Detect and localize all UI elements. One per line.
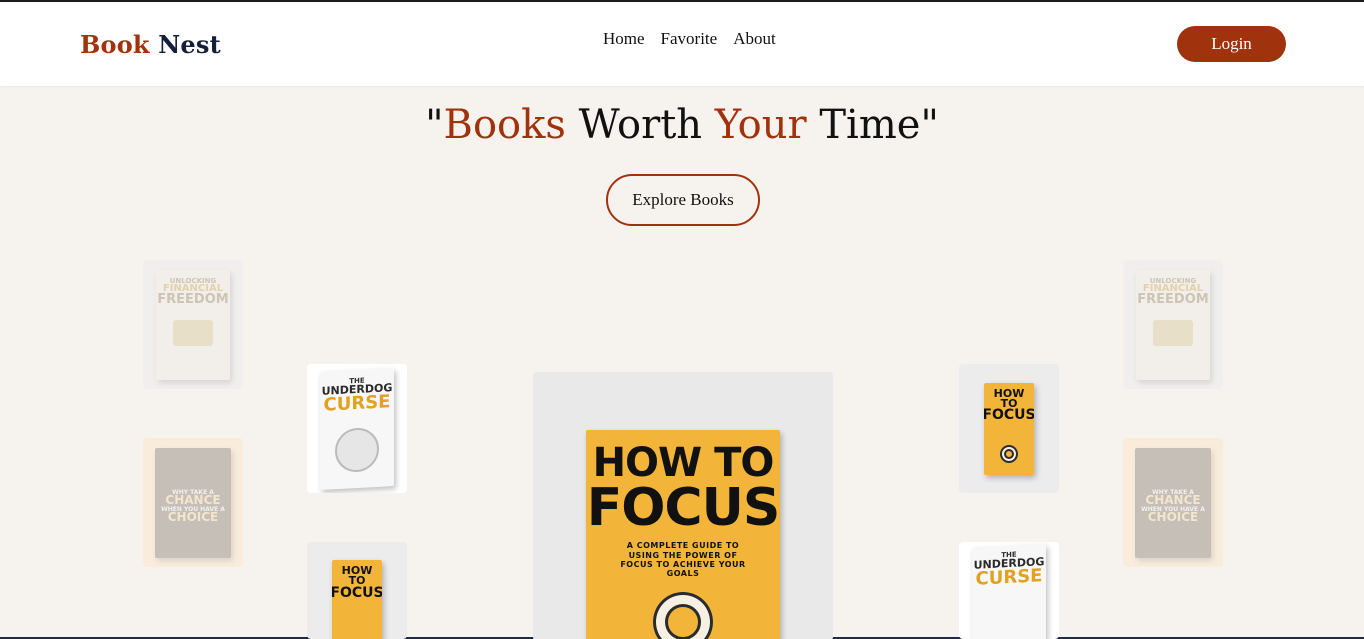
hero-quote-close: "	[920, 102, 939, 148]
book-card-choice-left[interactable]: WHY TAKE A CHANCE WHEN YOU HAVE A CHOICE	[143, 438, 243, 567]
book-title-line: HOW TO	[341, 564, 373, 588]
nav-link-about[interactable]: About	[733, 29, 776, 49]
explore-books-button[interactable]: Explore Books	[606, 174, 760, 226]
featured-book-title-line1: HOW TO	[592, 440, 775, 486]
book-title-line: CHOICE	[1147, 510, 1199, 525]
featured-book-card[interactable]: HOW TO FOCUS A COMPLETE GUIDE TO USING T…	[533, 372, 833, 639]
book-card-choice-right[interactable]: WHY TAKE A CHANCE WHEN YOU HAVE A CHOICE	[1123, 438, 1223, 567]
featured-book-subtitle: A COMPLETE GUIDE TO USING THE POWER OF F…	[620, 541, 746, 578]
book-card-focus-left[interactable]: HOW TO FOCUS	[307, 542, 407, 639]
book-cover-freedom: UNLOCKING FINANCIAL FREEDOM	[1136, 269, 1210, 380]
book-card-focus-right[interactable]: HOW TO FOCUS	[959, 364, 1059, 493]
book-title-line: CURSE	[323, 390, 391, 416]
target-icon	[1000, 444, 1018, 463]
book-cover-focus-small: HOW TO FOCUS	[332, 560, 382, 639]
hero-word-time: Time	[806, 102, 921, 148]
book-card-freedom-left[interactable]: UNLOCKING FINANCIAL FREEDOM	[143, 260, 243, 389]
book-cover-underdog: THE UNDERDOG CURSE	[972, 544, 1046, 639]
target-icon	[653, 592, 713, 639]
book-cover-choice: WHY TAKE A CHANCE WHEN YOU HAVE A CHOICE	[1135, 447, 1211, 558]
book-title-line: FREEDOM	[1137, 291, 1209, 307]
featured-book-cover: HOW TO FOCUS A COMPLETE GUIDE TO USING T…	[586, 430, 780, 639]
book-cover-freedom: UNLOCKING FINANCIAL FREEDOM	[156, 269, 230, 380]
nav-link-home[interactable]: Home	[603, 29, 645, 49]
book-cover-underdog: THE UNDERDOG CURSE	[320, 367, 394, 490]
book-card-underdog-right[interactable]: THE UNDERDOG CURSE	[959, 542, 1059, 639]
hero-quote-open: "	[425, 102, 444, 148]
brand-word-book: Book	[80, 30, 150, 59]
book-title-line: CHANCE	[1145, 493, 1201, 508]
book-title-line: CHOICE	[167, 510, 219, 525]
book-title-line: CHANCE	[165, 493, 221, 508]
book-card-underdog-left[interactable]: THE UNDERDOG CURSE	[307, 364, 407, 493]
top-navbar: Book Nest Home Favorite About Login	[0, 2, 1364, 86]
featured-book-title-line2: FOCUS	[586, 478, 780, 538]
book-cover-focus-small: HOW TO FOCUS	[984, 382, 1034, 475]
hero-word-books: Books	[443, 102, 566, 148]
book-title-line: CURSE	[975, 565, 1043, 590]
compass-illustration	[335, 426, 379, 473]
brand-word-nest: Nest	[158, 30, 221, 59]
hero-title: "Books Worth Your Time"	[0, 102, 1364, 148]
book-title-line: HOW TO	[993, 386, 1025, 410]
book-title-line: FREEDOM	[157, 291, 229, 307]
coins-illustration	[173, 319, 213, 346]
book-title-line: FOCUS	[984, 407, 1034, 424]
book-card-freedom-right[interactable]: UNLOCKING FINANCIAL FREEDOM	[1123, 260, 1223, 389]
book-cover-choice: WHY TAKE A CHANCE WHEN YOU HAVE A CHOICE	[155, 447, 231, 558]
brand-logo[interactable]: Book Nest	[80, 30, 221, 59]
login-button[interactable]: Login	[1177, 26, 1286, 62]
coins-illustration	[1153, 319, 1193, 346]
nav-link-favorite[interactable]: Favorite	[661, 29, 718, 49]
hero-word-worth: Worth	[565, 102, 715, 148]
hero-word-your: Your	[714, 102, 807, 148]
nav-links: Home Favorite About	[603, 29, 776, 49]
book-title-line: FOCUS	[332, 584, 382, 601]
